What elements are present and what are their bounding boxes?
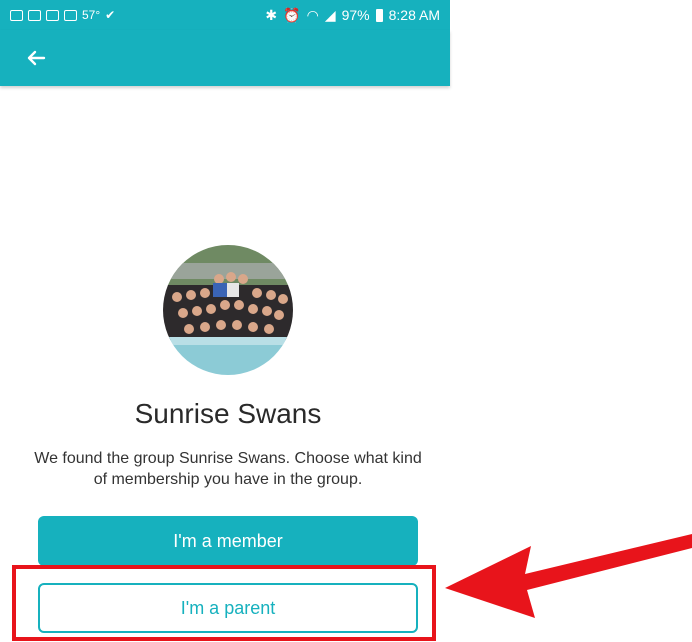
clock: 8:28 AM xyxy=(388,7,440,23)
group-description: We found the group Sunrise Swans. Choose… xyxy=(34,450,422,488)
app-bar xyxy=(0,30,450,86)
annotation-arrow-icon xyxy=(445,534,692,618)
facebook-icon xyxy=(28,9,41,21)
group-photo xyxy=(163,245,293,375)
status-bar: 57° ✔ ✱ ⏰ ◠ ◢ 97% 8:28 AM xyxy=(0,0,450,30)
system-icons: ✱ ⏰ ◠ ◢ 97% 8:28 AM xyxy=(265,7,450,24)
bluetooth-icon: ✱ xyxy=(265,6,278,23)
temperature: 57° xyxy=(82,8,101,22)
message-icon xyxy=(10,9,23,21)
arrow-left-icon xyxy=(27,50,46,66)
group-avatar xyxy=(163,245,293,375)
check-notification-icon: ✔ xyxy=(105,8,116,22)
battery-percent: 97% xyxy=(341,7,370,23)
battery-icon xyxy=(375,8,383,22)
signal-icon: ◢ xyxy=(324,6,336,23)
gmail-icon xyxy=(46,9,59,21)
parent-button[interactable]: I'm a parent xyxy=(38,583,418,633)
phone-screen: 57° ✔ ✱ ⏰ ◠ ◢ 97% 8:28 AM Sunrise Swans … xyxy=(0,0,450,642)
wifi-icon: ◠ xyxy=(306,6,319,23)
member-button[interactable]: I'm a member xyxy=(38,516,418,566)
notification-icons: 57° ✔ xyxy=(0,8,115,22)
screenshot: 57° ✔ ✱ ⏰ ◠ ◢ 97% 8:28 AM Sunrise Swans … xyxy=(0,0,692,642)
alarm-icon: ⏰ xyxy=(283,6,301,23)
back-button[interactable] xyxy=(22,44,50,72)
group-name: Sunrise Swans xyxy=(134,398,322,429)
gallery-icon xyxy=(64,9,77,21)
